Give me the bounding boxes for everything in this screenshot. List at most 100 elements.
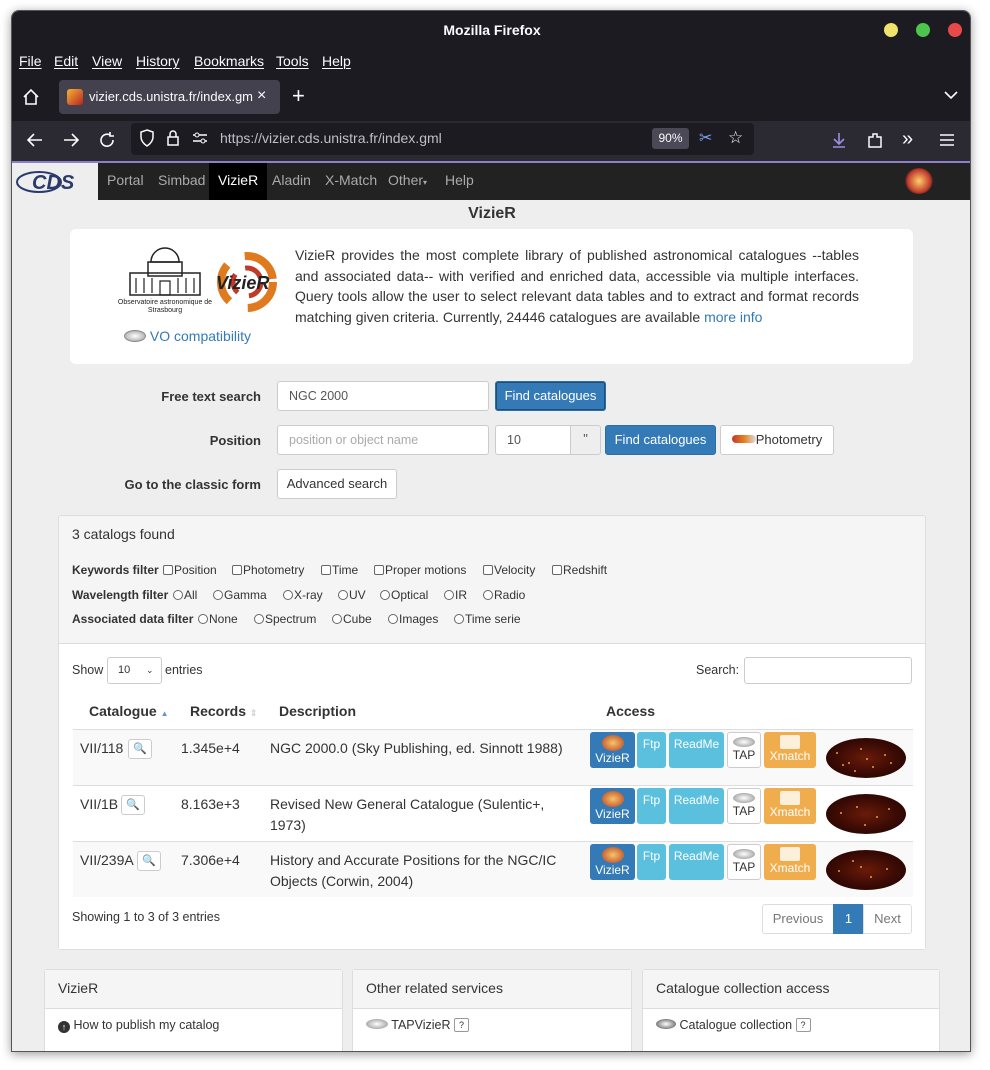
wl-all[interactable]: All <box>173 588 197 602</box>
xmatch-button[interactable]: Xmatch <box>764 732 816 768</box>
nav-other[interactable]: Other▾ <box>379 163 436 200</box>
panel-item[interactable]: ↑ How to publish my catalog <box>58 1018 219 1033</box>
reload-icon[interactable] <box>98 131 116 154</box>
wl-ir[interactable]: IR <box>444 588 467 602</box>
readme-button[interactable]: ReadMe <box>669 732 724 768</box>
menu-edit[interactable]: Edit <box>54 53 78 69</box>
publish-catalog-link[interactable]: How to publish my catalog <box>73 1018 219 1032</box>
minimize-button[interactable] <box>884 23 898 37</box>
sky-coverage-image[interactable] <box>826 850 906 890</box>
shield-icon[interactable] <box>139 129 155 152</box>
kw-position[interactable]: Position <box>163 563 217 577</box>
vizier-logo-small-icon[interactable] <box>905 168 933 194</box>
menu-tools[interactable]: Tools <box>276 53 309 69</box>
maximize-button[interactable] <box>916 23 930 37</box>
radio[interactable] <box>454 614 464 624</box>
tapvizier-link[interactable]: TAPVizieR <box>391 1018 450 1032</box>
lock-icon[interactable] <box>165 129 181 152</box>
radio[interactable] <box>444 590 454 600</box>
table-search-input[interactable] <box>744 657 912 684</box>
menu-view[interactable]: View <box>92 53 122 69</box>
wl-radio[interactable]: Radio <box>483 588 525 602</box>
ad-none[interactable]: None <box>198 612 238 626</box>
radio[interactable] <box>198 614 208 624</box>
tap-button[interactable]: TAP <box>727 732 761 768</box>
kw-velocity[interactable]: Velocity <box>483 563 535 577</box>
find-catalogues-button[interactable]: Find catalogues <box>495 381 606 411</box>
xmatch-button[interactable]: Xmatch <box>764 844 816 880</box>
radio[interactable] <box>388 614 398 624</box>
nav-simbad[interactable]: Simbad <box>149 163 214 200</box>
extension-icon[interactable]: ✂ <box>699 129 712 149</box>
extensions-icon[interactable] <box>866 131 884 154</box>
advanced-search-button[interactable]: Advanced search <box>277 469 397 499</box>
col-catalogue[interactable]: Catalogue ▲ <box>89 703 169 719</box>
menu-history[interactable]: History <box>136 53 180 69</box>
vizier-access-button[interactable]: VizieR <box>590 788 635 824</box>
tab-close-icon[interactable]: × <box>257 87 266 105</box>
position-input[interactable]: position or object name <box>277 425 489 455</box>
panel-item[interactable]: Catalogue collection ? <box>656 1018 811 1032</box>
kw-proper-motions[interactable]: Proper motions <box>374 563 466 577</box>
checkbox[interactable] <box>483 565 493 575</box>
checkbox[interactable] <box>232 565 242 575</box>
checkbox[interactable] <box>552 565 562 575</box>
help-icon[interactable]: ? <box>795 1018 811 1032</box>
wl-uv[interactable]: UV <box>338 588 366 602</box>
free-text-input[interactable]: NGC 2000 <box>277 381 489 411</box>
kw-photometry[interactable]: Photometry <box>232 563 304 577</box>
kw-time[interactable]: Time <box>321 563 358 577</box>
wl-gamma[interactable]: Gamma <box>213 588 267 602</box>
home-icon[interactable] <box>22 88 40 111</box>
radio[interactable] <box>380 590 390 600</box>
nav-aladin[interactable]: Aladin <box>263 163 320 200</box>
back-icon[interactable] <box>26 131 44 154</box>
vo-link-text[interactable]: VO compatibility <box>150 328 251 344</box>
row-catalogue[interactable]: VII/118 <box>80 738 123 759</box>
radio[interactable] <box>332 614 342 624</box>
radius-input[interactable]: 10 <box>495 425 571 455</box>
entries-select[interactable]: 10 ⌄ <box>107 657 162 684</box>
radio[interactable] <box>483 590 493 600</box>
readme-button[interactable]: ReadMe <box>669 788 724 824</box>
menu-bookmarks[interactable]: Bookmarks <box>194 53 264 69</box>
cds-logo[interactable]: CDS <box>12 163 98 200</box>
tap-button[interactable]: TAP <box>727 788 761 824</box>
app-menu-icon[interactable] <box>938 131 956 154</box>
ad-time-serie[interactable]: Time serie <box>454 612 521 626</box>
ftp-button[interactable]: Ftp <box>637 732 666 768</box>
ad-cube[interactable]: Cube <box>332 612 372 626</box>
permissions-icon[interactable] <box>191 130 209 151</box>
position-find-button[interactable]: Find catalogues <box>605 425 716 455</box>
menu-file[interactable]: File <box>19 53 42 69</box>
nav-help[interactable]: Help <box>436 163 483 200</box>
close-button[interactable] <box>948 23 962 37</box>
magnifier-icon[interactable]: 🔍 <box>128 739 152 759</box>
previous-page-button[interactable]: Previous <box>762 904 834 934</box>
xmatch-button[interactable]: Xmatch <box>764 788 816 824</box>
magnifier-icon[interactable]: 🔍 <box>121 795 145 815</box>
ftp-button[interactable]: Ftp <box>637 788 666 824</box>
more-info-link[interactable]: more info <box>704 309 762 325</box>
vo-compatibility-link[interactable]: VO compatibility <box>124 328 251 344</box>
ad-images[interactable]: Images <box>388 612 438 626</box>
kw-redshift[interactable]: Redshift <box>552 563 607 577</box>
help-icon[interactable]: ? <box>454 1018 470 1032</box>
panel-item[interactable]: TAPVizieR ? <box>366 1018 470 1032</box>
wl-xray[interactable]: X-ray <box>283 588 323 602</box>
url-bar[interactable]: https://vizier.cds.unistra.fr/index.gml … <box>131 123 754 155</box>
overflow-icon[interactable]: » <box>902 129 913 149</box>
nav-xmatch[interactable]: X-Match <box>316 163 386 200</box>
sky-coverage-image[interactable] <box>826 794 906 834</box>
nav-vizier[interactable]: VizieR <box>209 163 268 200</box>
radio[interactable] <box>254 614 264 624</box>
page-1-button[interactable]: 1 <box>833 904 864 934</box>
vizier-access-button[interactable]: VizieR <box>590 844 635 880</box>
row-catalogue[interactable]: VII/1B <box>80 794 118 815</box>
wl-optical[interactable]: Optical <box>380 588 428 602</box>
col-records[interactable]: Records ⇕ <box>190 703 257 719</box>
list-tabs-icon[interactable] <box>944 87 958 107</box>
radio[interactable] <box>213 590 223 600</box>
ad-spectrum[interactable]: Spectrum <box>254 612 316 626</box>
catalogue-collection-link[interactable]: Catalogue collection <box>679 1018 792 1032</box>
